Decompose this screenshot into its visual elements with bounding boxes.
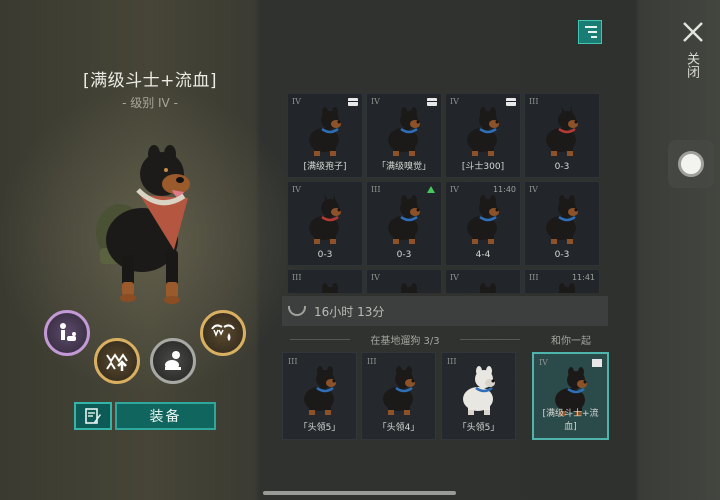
- tier-label: III: [292, 273, 302, 282]
- walk-timer-bar: 16小时 13分: [282, 296, 608, 326]
- dog-label: 「满级嗅觉」: [376, 162, 431, 172]
- tier-label: III: [529, 273, 539, 282]
- dog-grid-cell[interactable]: IV 0-3: [287, 181, 363, 266]
- dog-level-label: - 级别 IV -: [122, 96, 178, 110]
- hero-dog-model: [96, 145, 190, 304]
- dog-grid-cell[interactable]: IV 0-3: [524, 181, 600, 266]
- rottweiler-icon: [388, 195, 420, 244]
- tier-label: IV: [371, 97, 380, 106]
- dog-label: 0-3: [317, 250, 333, 260]
- skill-handler-button[interactable]: [44, 310, 90, 356]
- tier-label: IV: [529, 185, 538, 194]
- rottweiler-icon: [467, 195, 499, 244]
- skill-sit-button[interactable]: [150, 338, 196, 384]
- chest-icon: [427, 98, 437, 106]
- tier-label: IV: [539, 358, 548, 367]
- tier-label: IV: [292, 185, 301, 194]
- tier-label: III: [529, 97, 539, 106]
- tier-label: IV: [450, 97, 459, 106]
- rottweiler-icon: [388, 107, 420, 156]
- menu-line-icon: [585, 26, 597, 28]
- upgrade-arrow-icon: [427, 186, 435, 193]
- menu-line-icon: [591, 36, 597, 38]
- dog-grid-cell[interactable]: IV 「满级嗅觉」: [366, 93, 442, 178]
- dog-label: 「头领4」: [377, 423, 420, 433]
- dog-grid-cell[interactable]: III: [287, 269, 363, 293]
- rottweiler-icon: [309, 107, 341, 156]
- edit-icon: [85, 408, 101, 424]
- dog-grid-cell[interactable]: IV [满级孢子]: [287, 93, 363, 178]
- handler-icon: [60, 323, 76, 341]
- dog-grid-cell[interactable]: IV 11:40 4-4: [445, 181, 521, 266]
- dog-grid-cell[interactable]: IV: [445, 269, 521, 293]
- sit-dog-icon: [165, 351, 181, 370]
- tier-label: IV: [450, 185, 459, 194]
- base-dog-slot[interactable]: III 「头领5」: [282, 352, 357, 440]
- dog-label: 「头领5」: [457, 423, 500, 433]
- rottweiler-icon: [546, 106, 578, 156]
- dog-label: 0-3: [554, 250, 570, 260]
- with-you-title: 和你一起: [551, 336, 591, 347]
- base-walk-title: 在基地遛狗: [370, 336, 421, 347]
- tier-label: III: [288, 357, 298, 366]
- dog-collection-grid[interactable]: IV [满级孢子] IV 「满级嗅觉」 IV [斗士300] III 0-3 I…: [287, 93, 607, 293]
- close-icon[interactable]: [681, 20, 705, 44]
- rottweiler-icon: [546, 195, 578, 244]
- rottweiler-icon: [309, 194, 341, 244]
- menu-line-icon: [588, 31, 597, 33]
- walk-timer-text: 16小时 13分: [314, 304, 385, 319]
- cooldown-time: 11:40: [492, 185, 516, 194]
- chest-icon: [348, 98, 358, 106]
- bleed-fangs-icon: [211, 324, 235, 341]
- rottweiler-icon: [383, 366, 415, 415]
- dog-detail-panel: [满级斗士+流血] - 级别 IV - 装备: [0, 0, 258, 500]
- dog-grid-cell[interactable]: IV: [366, 269, 442, 293]
- dog-bowl-icon: [288, 306, 306, 316]
- skill-jaw-upgrade-button[interactable]: [94, 338, 140, 384]
- dog-label: 「头领5」: [298, 423, 341, 433]
- base-walk-section-title: 在基地遛狗 3/3: [290, 332, 520, 347]
- skill-bleed-button[interactable]: [200, 310, 246, 356]
- rottweiler-icon: [479, 283, 497, 293]
- dog-label: 0-3: [396, 250, 412, 260]
- dog-label: [斗士300]: [461, 162, 505, 172]
- chest-icon: [506, 98, 516, 106]
- tier-label: III: [371, 185, 381, 194]
- tier-label: IV: [292, 97, 301, 106]
- dog-grid-cell[interactable]: IV [斗士300]: [445, 93, 521, 178]
- sort-menu-button[interactable]: [578, 20, 602, 44]
- edit-name-button[interactable]: [74, 402, 112, 430]
- base-walk-count: 3/3: [423, 336, 440, 347]
- dog-name-title: [满级斗士+流血]: [82, 71, 217, 91]
- dog-label: 0-3: [554, 162, 570, 172]
- rottweiler-icon: [400, 283, 418, 293]
- base-dog-slot[interactable]: III 「头领4」: [361, 352, 436, 440]
- tier-label: IV: [450, 273, 459, 282]
- chest-icon: [592, 359, 602, 367]
- tier-label: IV: [371, 273, 380, 282]
- dog-grid-cell[interactable]: III 0-3: [366, 181, 442, 266]
- screen-record-button[interactable]: [668, 140, 714, 188]
- dog-label: [满级斗士+流血]: [542, 409, 599, 432]
- companion-dog-slot[interactable]: IV [满级斗士+流血]: [532, 352, 609, 440]
- rottweiler-icon: [467, 107, 499, 156]
- dog-grid-cell[interactable]: III 0-3: [524, 93, 600, 178]
- cooldown-time: 11:41: [571, 273, 595, 282]
- jaw-upgrade-icon: [106, 353, 128, 371]
- dog-label: [满级孢子]: [303, 162, 347, 172]
- white-dog-icon: [463, 366, 495, 415]
- dog-grid-cell[interactable]: III 11:41: [524, 269, 600, 293]
- rottweiler-icon: [321, 283, 339, 293]
- record-icon: [678, 151, 704, 177]
- close-label[interactable]: 关闭: [684, 52, 701, 78]
- rottweiler-icon: [304, 366, 336, 415]
- base-dog-row: III 「头领5」 III 「头领4」 III 「头领5」 IV [满级斗士+流…: [282, 352, 612, 440]
- base-dog-slot[interactable]: III 「头领5」: [441, 352, 516, 440]
- tier-label: III: [367, 357, 377, 366]
- equip-button[interactable]: 装备: [115, 402, 216, 430]
- tier-label: III: [447, 357, 457, 366]
- dog-label: 4-4: [475, 250, 491, 260]
- home-indicator[interactable]: [263, 491, 456, 495]
